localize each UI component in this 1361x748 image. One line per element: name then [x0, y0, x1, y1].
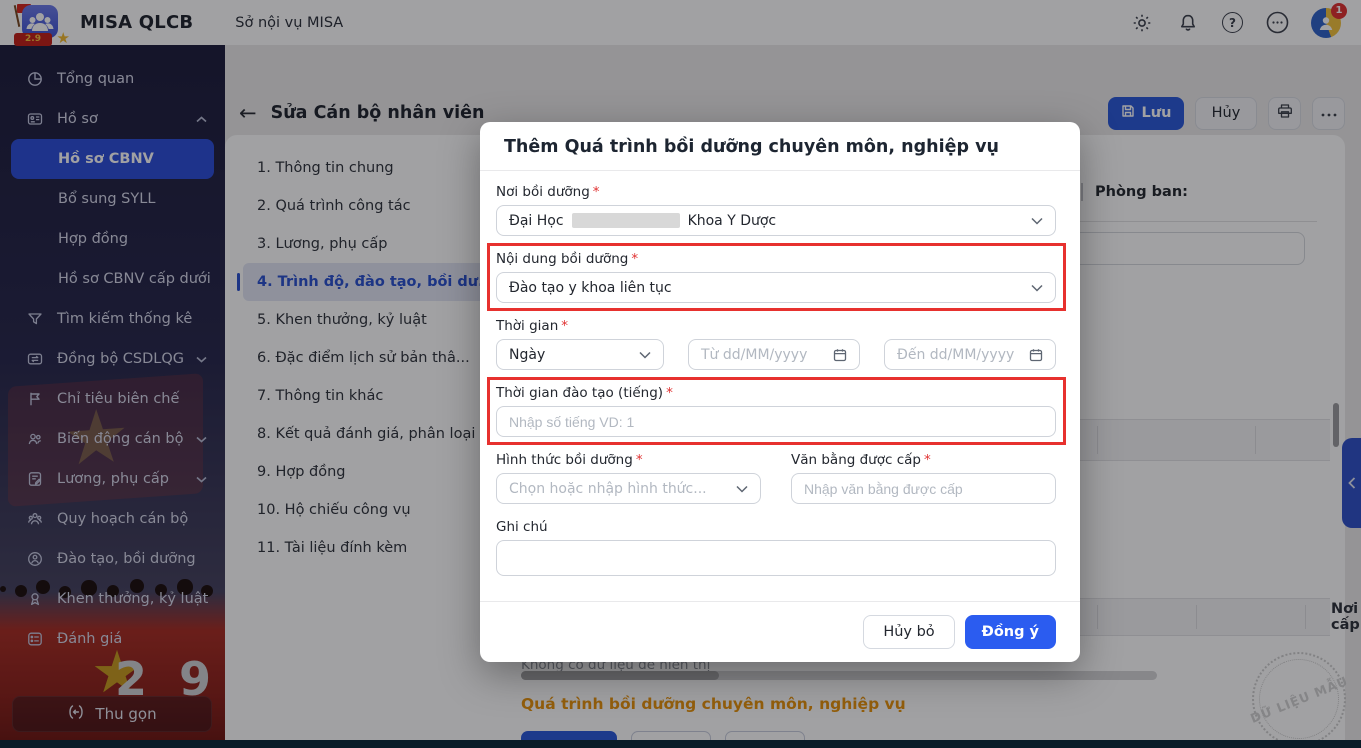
redacted-text	[572, 213, 680, 228]
required-asterisk: *	[636, 452, 643, 468]
modal-title: Thêm Quá trình bồi dưỡng chuyên môn, ngh…	[504, 137, 1056, 157]
field-row-form-degree: Hình thức bồi dưỡng* Chọn hoặc nhập hình…	[496, 452, 1056, 504]
field-noi-boi-duong: Nơi bồi dưỡng* Đại Học Khoa Y Dược	[496, 184, 1056, 236]
field-ghi-chu: Ghi chú	[496, 519, 1056, 576]
chevron-down-icon	[639, 351, 651, 359]
app-root: ★ 2.9 MISA QLCB Sở nội vụ MISA ? 1	[0, 0, 1361, 748]
label-text: Hình thức bồi dưỡng	[496, 452, 633, 468]
field-label: Nội dung bồi dưỡng*	[496, 251, 1056, 267]
field-label: Văn bằng được cấp*	[791, 452, 1056, 468]
field-thoi-gian: Thời gian* Ngày Từ dd/MM/yyyy Đến dd/MM/…	[496, 318, 1056, 370]
required-asterisk: *	[631, 251, 638, 267]
field-label: Ghi chú	[496, 519, 1056, 535]
chevron-down-icon	[736, 485, 748, 493]
select-value-prefix: Đại Học	[509, 213, 564, 229]
field-label: Thời gian*	[496, 318, 1056, 334]
duration-input[interactable]	[496, 406, 1056, 437]
modal-ok-button[interactable]: Đồng ý	[965, 615, 1056, 649]
label-text: Nội dung bồi dưỡng	[496, 251, 628, 267]
calendar-icon	[833, 348, 847, 362]
date-from-input[interactable]: Từ dd/MM/yyyy	[688, 339, 860, 370]
label-text: Nơi bồi dưỡng	[496, 184, 590, 200]
modal-cancel-button[interactable]: Hủy bỏ	[863, 615, 954, 649]
hinh-thuc-select[interactable]: Chọn hoặc nhập hình thức...	[496, 473, 761, 504]
chevron-down-icon	[1031, 217, 1043, 225]
ghi-chu-input[interactable]	[496, 540, 1056, 576]
select-value: Ngày	[509, 347, 545, 363]
date-placeholder: Từ dd/MM/yyyy	[701, 347, 807, 363]
label-text: Ghi chú	[496, 519, 548, 535]
label-text: Văn bằng được cấp	[791, 452, 921, 468]
modal-header: Thêm Quá trình bồi dưỡng chuyên môn, ngh…	[480, 122, 1080, 170]
required-asterisk: *	[593, 184, 600, 200]
van-bang-input[interactable]	[791, 473, 1056, 504]
add-training-modal: Thêm Quá trình bồi dưỡng chuyên môn, ngh…	[480, 122, 1080, 662]
modal-footer: Hủy bỏ Đồng ý	[480, 601, 1080, 662]
modal-body: Nơi bồi dưỡng* Đại Học Khoa Y Dược Nội d…	[480, 171, 1080, 601]
calendar-icon	[1029, 348, 1043, 362]
required-asterisk: *	[666, 385, 673, 401]
time-row: Ngày Từ dd/MM/yyyy Đến dd/MM/yyyy	[496, 339, 1056, 370]
select-placeholder: Chọn hoặc nhập hình thức...	[509, 481, 707, 497]
select-value: Đào tạo y khoa liên tục	[509, 280, 672, 296]
noi-dung-boi-duong-select[interactable]: Đào tạo y khoa liên tục	[496, 272, 1056, 303]
field-label: Nơi bồi dưỡng*	[496, 184, 1056, 200]
field-thoi-gian-dao-tao: Thời gian đào tạo (tiếng)*	[496, 385, 1056, 437]
field-label: Thời gian đào tạo (tiếng)*	[496, 385, 1056, 401]
field-label: Hình thức bồi dưỡng*	[496, 452, 761, 468]
field-noi-dung-boi-duong: Nội dung bồi dưỡng* Đào tạo y khoa liên …	[496, 251, 1056, 303]
date-to-input[interactable]: Đến dd/MM/yyyy	[884, 339, 1056, 370]
field-hinh-thuc-boi-duong: Hình thức bồi dưỡng* Chọn hoặc nhập hình…	[496, 452, 761, 504]
select-value-suffix: Khoa Y Dược	[688, 213, 777, 229]
date-placeholder: Đến dd/MM/yyyy	[897, 347, 1014, 363]
noi-boi-duong-select[interactable]: Đại Học Khoa Y Dược	[496, 205, 1056, 236]
required-asterisk: *	[561, 318, 568, 334]
label-text: Thời gian	[496, 318, 558, 334]
time-unit-select[interactable]: Ngày	[496, 339, 664, 370]
field-van-bang-duoc-cap: Văn bằng được cấp*	[791, 452, 1056, 504]
chevron-down-icon	[1031, 284, 1043, 292]
required-asterisk: *	[924, 452, 931, 468]
label-text: Thời gian đào tạo (tiếng)	[496, 385, 663, 401]
